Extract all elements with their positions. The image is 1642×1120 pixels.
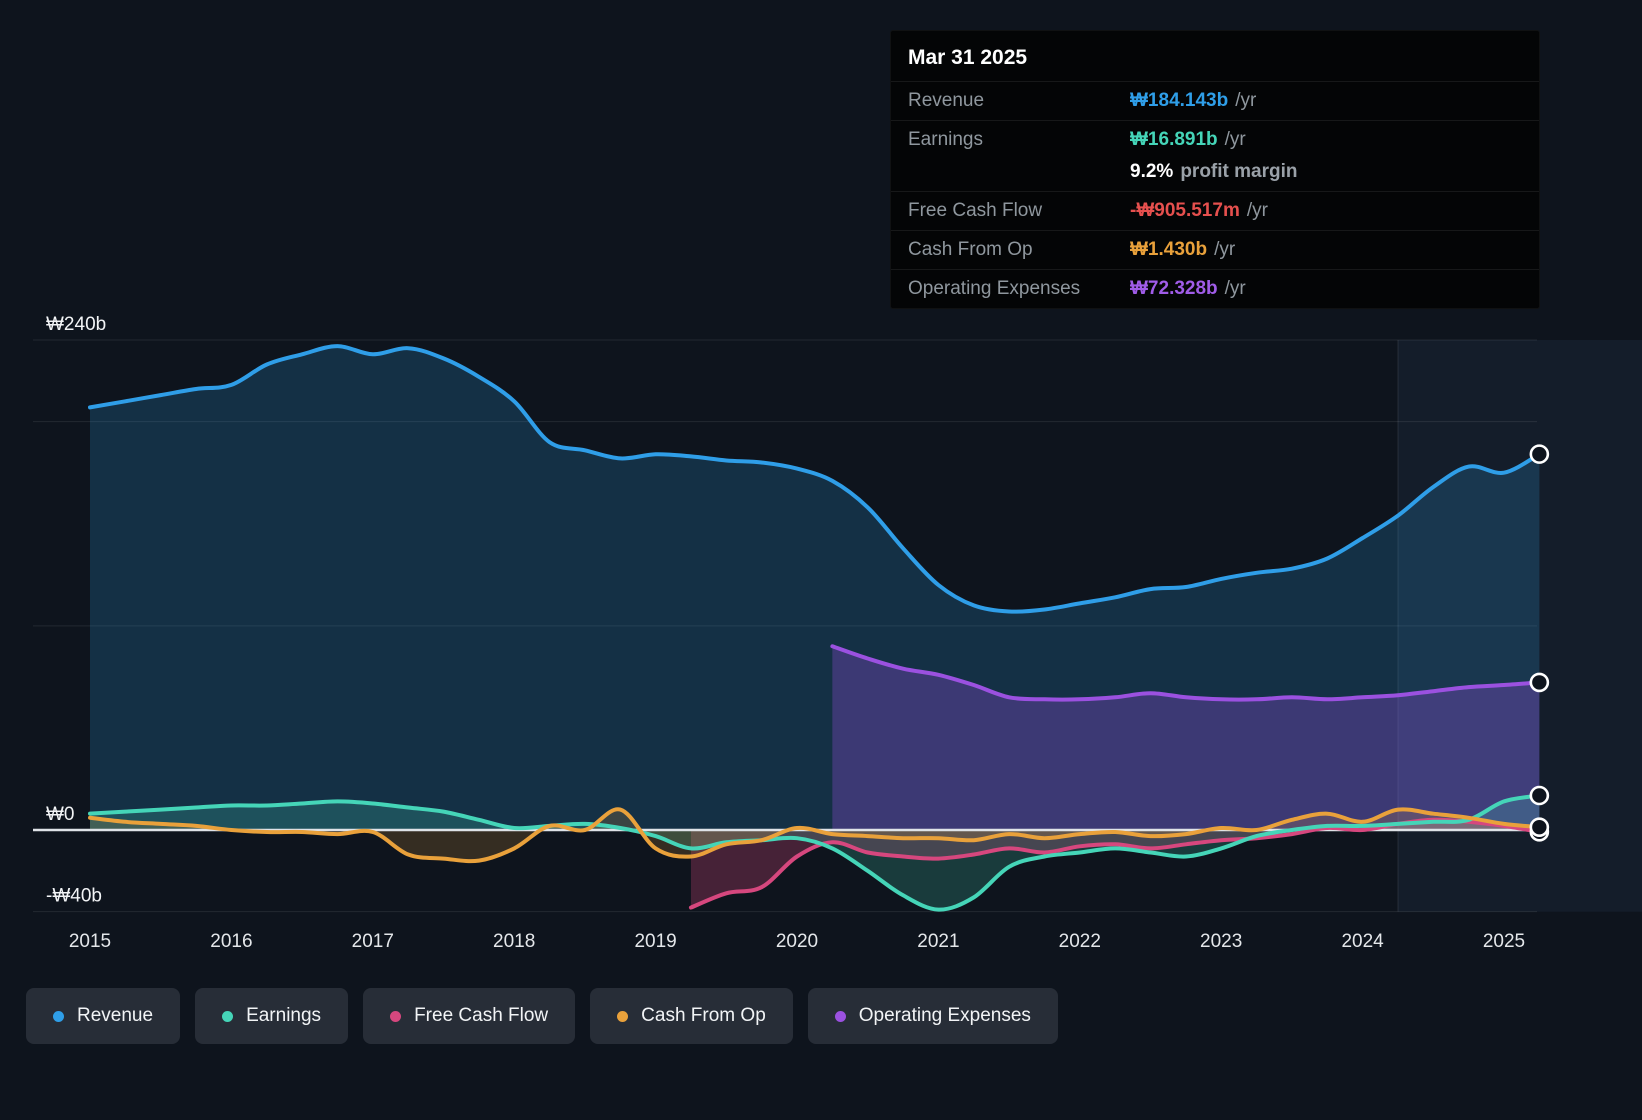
tooltip-row-cash-from-op: Cash From Op ₩1.430b/yr (891, 230, 1539, 269)
tooltip-row-earnings: Earnings ₩16.891b/yr (891, 120, 1539, 159)
x-axis-label: 2024 (1341, 931, 1384, 952)
tooltip-row-suffix: /yr (1235, 90, 1257, 111)
x-axis-label: 2017 (352, 931, 394, 952)
tooltip-row-label: Earnings (908, 129, 983, 150)
y-axis-label: ₩0 (46, 804, 75, 825)
tooltip-row-suffix: /yr (1246, 200, 1268, 221)
tooltip-row-suffix: profit margin (1180, 161, 1298, 182)
x-axis-label: 2022 (1059, 931, 1101, 952)
operating-expenses-dot-icon (834, 1010, 846, 1022)
legend-item-earnings[interactable]: Earnings (195, 988, 349, 1044)
legend-item-label: Operating Expenses (858, 1005, 1031, 1026)
x-axis-label: 2019 (634, 931, 676, 952)
legend-item-revenue[interactable]: Revenue (26, 988, 181, 1044)
legend-item-label: Free Cash Flow (414, 1005, 549, 1026)
tooltip: Mar 31 2025 Revenue ₩184.143b/yr Earnings ₩… (890, 30, 1540, 309)
tooltip-date: Mar 31 2025 (908, 46, 1028, 69)
tooltip-row-free-cash-flow: Free Cash Flow -₩905.517m/yr (891, 191, 1539, 230)
tooltip-row-operating-expenses: Operating Expenses ₩72.328b/yr (891, 269, 1539, 308)
y-axis-label: -₩40b (46, 886, 102, 907)
legend-item-label: Revenue (77, 1005, 154, 1026)
x-axis-label: 2020 (776, 931, 818, 952)
x-axis-label: 2016 (210, 931, 252, 952)
tooltip-rows: Revenue ₩184.143b/yr Earnings ₩16.891b/yr 9.… (891, 81, 1539, 308)
tooltip-row-revenue: Revenue ₩184.143b/yr (891, 81, 1539, 120)
tooltip-row-value: 9.2% (1130, 161, 1174, 182)
tooltip-row-suffix: /yr (1224, 129, 1246, 150)
free-cash-flow-dot-icon (390, 1010, 402, 1022)
tooltip-row-label: Free Cash Flow (908, 200, 1043, 221)
tooltip-row-label: Operating Expenses (908, 278, 1081, 299)
tooltip-row-label: Revenue (908, 90, 985, 111)
chart-page: ₩240b ₩0 -₩40b 2015 2016 2017 2018 2019 2020 2021… (0, 0, 1642, 1120)
tooltip-row-value: ₩184.143b (1130, 90, 1229, 111)
x-axis-label: 2025 (1483, 931, 1525, 952)
x-axis-label: 2015 (69, 931, 111, 952)
tooltip-row-value: ₩72.328b (1130, 278, 1218, 299)
cash-from-op-dot-icon (617, 1010, 629, 1022)
earnings-dot-icon (222, 1010, 234, 1022)
tooltip-row-suffix: /yr (1224, 278, 1246, 299)
legend-item-operating-expenses[interactable]: Operating Expenses (807, 988, 1058, 1044)
revenue-dot-icon (53, 1010, 64, 1022)
y-axis-label: ₩240b (46, 314, 106, 335)
legend-item-label: Earnings (246, 1005, 322, 1026)
tooltip-row-value: ₩16.891b (1130, 129, 1218, 150)
legend-item-label: Cash From Op (641, 1005, 766, 1026)
legend-item-cash-from-op[interactable]: Cash From Op (590, 988, 793, 1044)
tooltip-row-value: ₩1.430b (1130, 239, 1208, 260)
legend: Revenue Earnings Free Cash Flow Cash From O… (26, 988, 1058, 1044)
tooltip-row-value: -₩905.517m (1130, 200, 1240, 221)
tooltip-row-label: Cash From Op (908, 239, 1033, 260)
x-axis-label: 2021 (917, 931, 959, 952)
tooltip-row-profit-margin: 9.2% profit margin (891, 159, 1539, 191)
x-axis-label: 2023 (1200, 931, 1242, 952)
legend-item-free-cash-flow[interactable]: Free Cash Flow (363, 988, 576, 1044)
tooltip-row-suffix: /yr (1214, 239, 1236, 260)
x-axis-label: 2018 (493, 931, 535, 952)
